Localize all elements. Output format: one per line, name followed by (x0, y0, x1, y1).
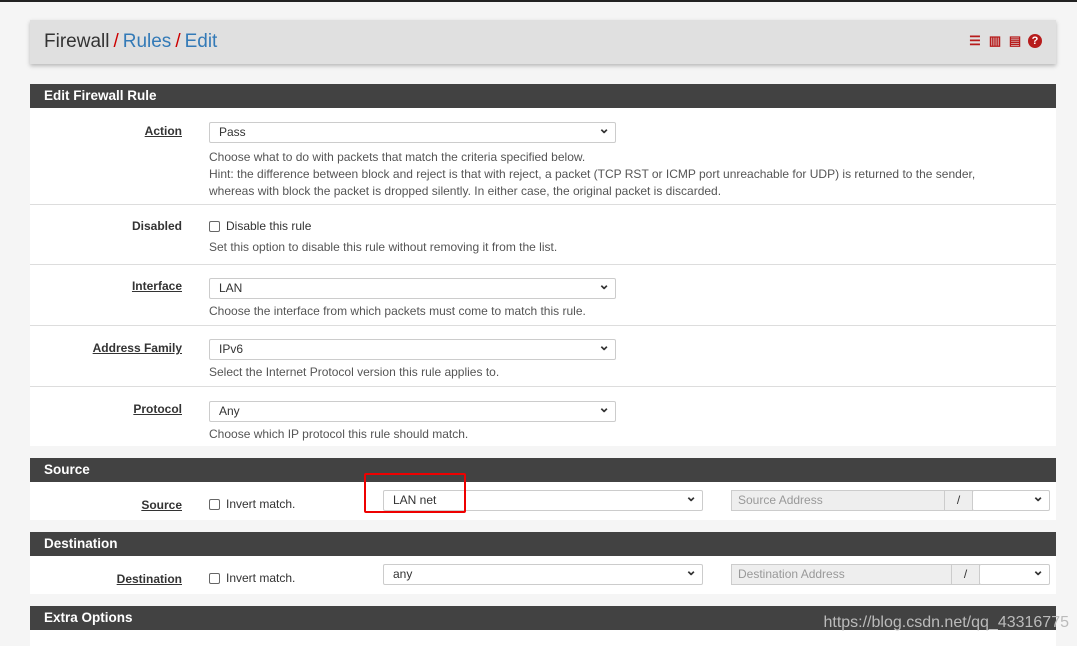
destination-label: Destination (116, 572, 182, 586)
protocol-help: Choose which IP protocol this rule shoul… (209, 427, 469, 441)
destination-invert-checkbox[interactable]: Invert match. (209, 571, 295, 585)
checkbox-label: Invert match. (226, 571, 296, 585)
bar-chart-icon[interactable]: ▥ (988, 34, 1002, 48)
edit-rule-panel: Edit Firewall Rule Action Pass Choose wh… (30, 84, 1056, 446)
action-select[interactable]: Pass (209, 119, 616, 143)
address-family-help: Select the Internet Protocol version thi… (209, 365, 500, 379)
destination-panel: Destination Destination Invert match. an… (30, 532, 1056, 594)
destination-mask-select[interactable] (979, 561, 1050, 585)
address-family-label: Address Family (92, 341, 182, 355)
protocol-label: Protocol (133, 402, 182, 416)
breadcrumb: Firewall / Rules / Edit ☰ ▥ ▤ ? (30, 20, 1056, 64)
checkbox-label: Disable this rule (226, 219, 312, 233)
panel-title: Edit Firewall Rule (30, 84, 1056, 108)
disable-rule-checkbox[interactable]: Disable this rule (209, 219, 311, 233)
source-invert-checkbox[interactable]: Invert match. (209, 497, 295, 511)
source-mask-select[interactable] (972, 487, 1050, 511)
breadcrumb-separator: / (175, 31, 181, 52)
help-icon[interactable]: ? (1028, 34, 1042, 48)
action-hint-2: whereas with block the packet is dropped… (209, 184, 722, 198)
source-address-input[interactable]: Source Address (731, 490, 945, 511)
disabled-help: Set this option to disable this rule wit… (209, 240, 558, 254)
destination-address-input[interactable]: Destination Address (731, 564, 952, 585)
breadcrumb-firewall: Firewall (44, 31, 110, 52)
disabled-label: Disabled (131, 219, 182, 233)
address-family-select[interactable]: IPv6 (209, 336, 616, 360)
action-hint: Hint: the difference between block and r… (209, 167, 976, 181)
slash-separator: / (944, 490, 973, 511)
panel-title: Source (30, 458, 1056, 482)
highlight-box (364, 473, 466, 513)
source-label: Source (141, 498, 182, 512)
breadcrumb-separator: / (113, 31, 119, 52)
protocol-select[interactable]: Any (209, 398, 616, 422)
source-panel: Source Source Invert match. LAN net Sour… (30, 458, 1056, 520)
action-label: Action (144, 124, 182, 138)
interface-help: Choose the interface from which packets … (209, 304, 586, 318)
watermark: https://blog.csdn.net/qq_43316775 (823, 614, 1069, 631)
sliders-icon[interactable]: ☰ (968, 34, 982, 48)
action-help: Choose what to do with packets that matc… (209, 150, 586, 164)
interface-label: Interface (131, 279, 182, 293)
checkbox-label: Invert match. (226, 497, 296, 511)
slash-separator: / (951, 564, 980, 585)
panel-title: Destination (30, 532, 1056, 556)
destination-type-select[interactable]: any (383, 561, 703, 585)
breadcrumb-edit[interactable]: Edit (185, 31, 218, 53)
interface-select[interactable]: LAN (209, 275, 616, 299)
breadcrumb-rules[interactable]: Rules (123, 31, 172, 53)
table-list-icon[interactable]: ▤ (1008, 34, 1022, 48)
